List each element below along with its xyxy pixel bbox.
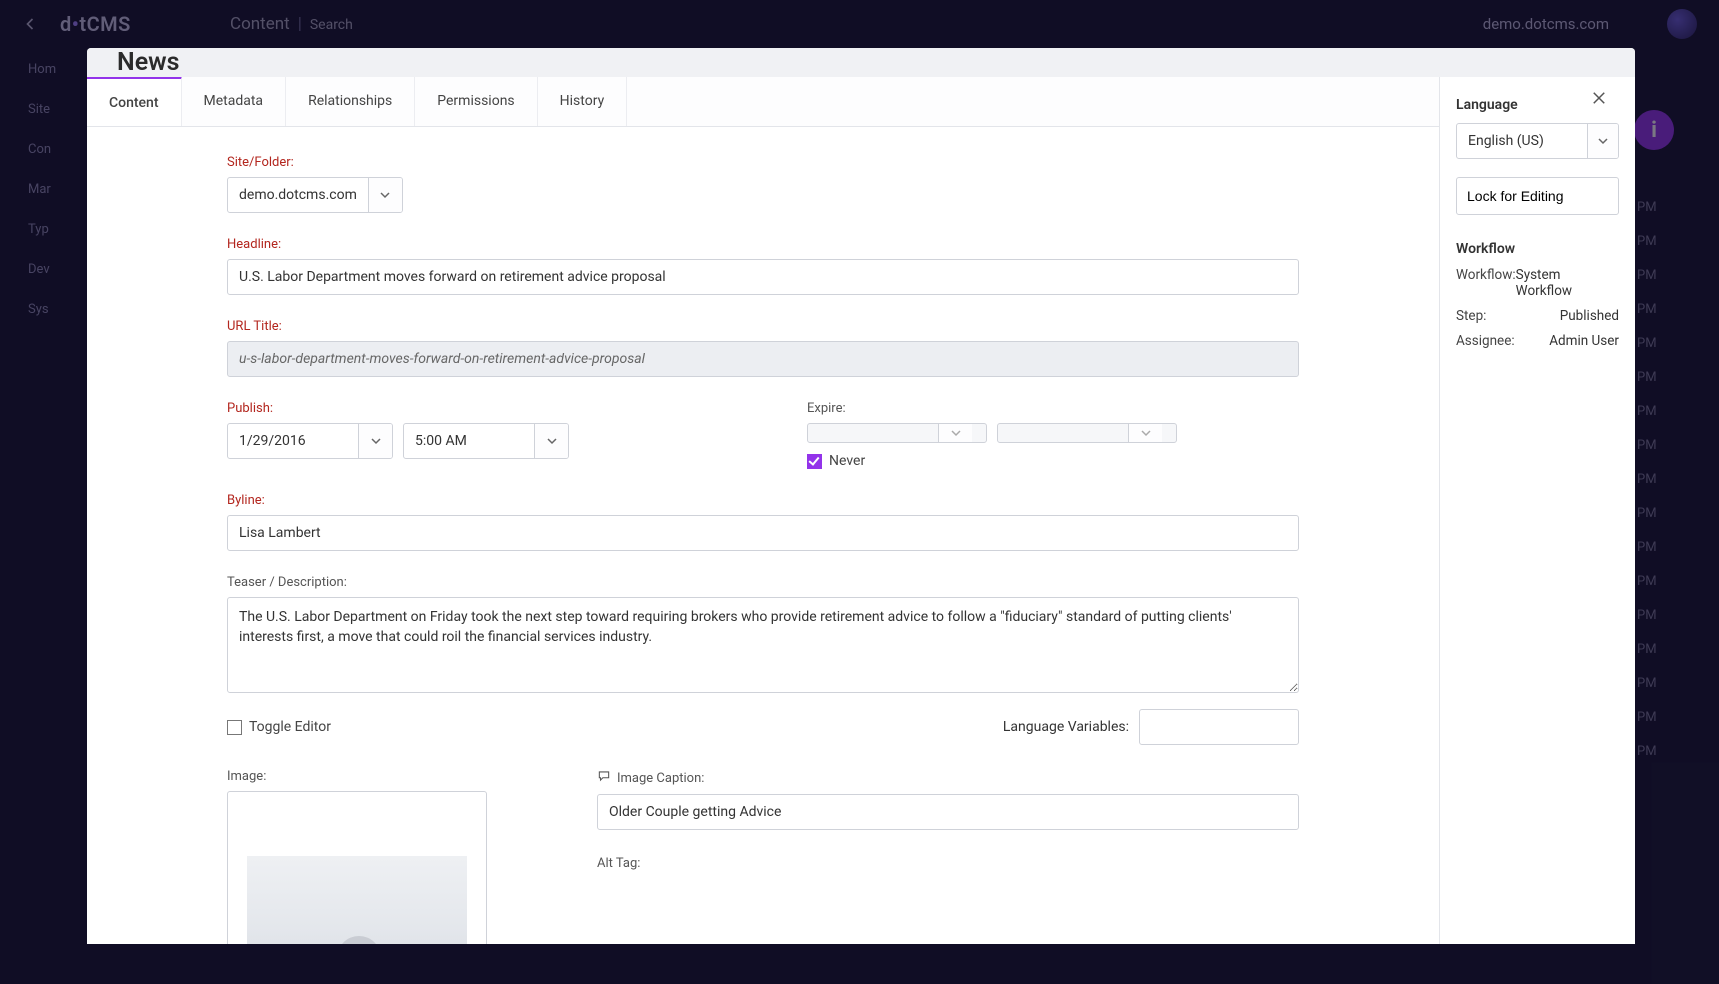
- rail-workflow-heading: Workflow: [1456, 241, 1619, 257]
- language-variables-label: Language Variables:: [1003, 719, 1129, 735]
- workflow-row: Assignee:Admin User: [1456, 333, 1619, 349]
- expire-date-value: [808, 424, 938, 442]
- expire-date-select[interactable]: [807, 423, 987, 443]
- expire-time-select[interactable]: [997, 423, 1177, 443]
- image-caption-input[interactable]: [597, 794, 1299, 830]
- url-title-input[interactable]: [227, 341, 1299, 377]
- label-byline: Byline:: [227, 493, 1299, 508]
- tab-metadata[interactable]: Metadata: [182, 77, 287, 126]
- modal-header: News: [87, 48, 1635, 77]
- tab-permissions[interactable]: Permissions: [415, 77, 537, 126]
- field-image-caption: Image: Image Caption:: [227, 769, 1299, 944]
- headline-input[interactable]: [227, 259, 1299, 295]
- chevron-down-icon: [1128, 424, 1162, 442]
- publish-time-select[interactable]: 5:00 AM: [403, 423, 569, 459]
- label-url-title: URL Title:: [227, 319, 1299, 334]
- language-variables-input[interactable]: [1139, 709, 1299, 745]
- expire-never-checkbox-row[interactable]: Never: [807, 453, 1299, 469]
- chevron-down-icon: [1587, 124, 1618, 158]
- label-teaser: Teaser / Description:: [227, 575, 1299, 590]
- chevron-down-icon: [358, 424, 392, 458]
- label-image-caption: Image Caption:: [597, 769, 1299, 787]
- chevron-down-icon: [368, 178, 402, 212]
- label-site-folder: Site/Folder:: [227, 155, 1299, 170]
- chevron-down-icon: [534, 424, 568, 458]
- field-teaser: Teaser / Description: Toggle Editor Lang…: [227, 575, 1299, 745]
- label-image: Image:: [227, 769, 527, 784]
- image-thumbnail: [247, 856, 467, 944]
- tab-relationships[interactable]: Relationships: [286, 77, 415, 126]
- toggle-editor-checkbox-row[interactable]: Toggle Editor: [227, 719, 331, 735]
- publish-time-value: 5:00 AM: [404, 424, 534, 458]
- workflow-row: Step:Published: [1456, 308, 1619, 324]
- checkbox-empty-icon: [227, 720, 242, 735]
- expire-never-label: Never: [829, 453, 865, 469]
- publish-date-value: 1/29/2016: [228, 424, 358, 458]
- tab-history[interactable]: History: [538, 77, 628, 126]
- speech-bubble-icon: [597, 769, 611, 787]
- field-site-folder: Site/Folder: demo.dotcms.com: [227, 155, 1299, 213]
- label-alt-tag: Alt Tag:: [597, 856, 1299, 871]
- tab-content[interactable]: Content: [87, 77, 182, 126]
- lock-for-editing-button[interactable]: Lock for Editing: [1456, 177, 1619, 215]
- field-publish-expire: Publish: 1/29/2016 5:00 AM: [227, 401, 1299, 469]
- workflow-row: Workflow:System Workflow: [1456, 267, 1619, 299]
- checkbox-checked-icon: [807, 454, 822, 469]
- workflow-block: Workflow Workflow:System Workflow Step:P…: [1456, 241, 1619, 349]
- label-expire: Expire:: [807, 401, 1299, 416]
- right-rail: Language English (US) Lock for Editing W…: [1440, 77, 1635, 944]
- byline-input[interactable]: [227, 515, 1299, 551]
- language-select[interactable]: English (US): [1456, 123, 1619, 159]
- label-headline: Headline:: [227, 237, 1299, 252]
- form-area: Site/Folder: demo.dotcms.com Headline: U…: [87, 127, 1439, 944]
- tab-bar: Content Metadata Relationships Permissio…: [87, 77, 1439, 127]
- expire-time-value: [998, 424, 1128, 442]
- modal-title: News: [117, 48, 179, 77]
- chevron-down-icon: [938, 424, 972, 442]
- toggle-editor-label: Toggle Editor: [249, 719, 331, 735]
- site-folder-select[interactable]: demo.dotcms.com: [227, 177, 403, 213]
- close-button[interactable]: [1585, 84, 1613, 112]
- publish-date-select[interactable]: 1/29/2016: [227, 423, 393, 459]
- label-publish: Publish:: [227, 401, 737, 416]
- field-byline: Byline:: [227, 493, 1299, 551]
- field-url-title: URL Title:: [227, 319, 1299, 377]
- teaser-textarea[interactable]: [227, 597, 1299, 693]
- site-folder-value: demo.dotcms.com: [228, 178, 368, 212]
- modal-body: Content Metadata Relationships Permissio…: [87, 77, 1635, 944]
- language-value: English (US): [1457, 124, 1587, 158]
- main-column: Content Metadata Relationships Permissio…: [87, 77, 1440, 944]
- edit-content-modal: News Content Metadata Relationships Perm…: [87, 48, 1635, 944]
- close-icon: [1590, 89, 1608, 107]
- image-preview[interactable]: [227, 791, 487, 944]
- field-headline: Headline:: [227, 237, 1299, 295]
